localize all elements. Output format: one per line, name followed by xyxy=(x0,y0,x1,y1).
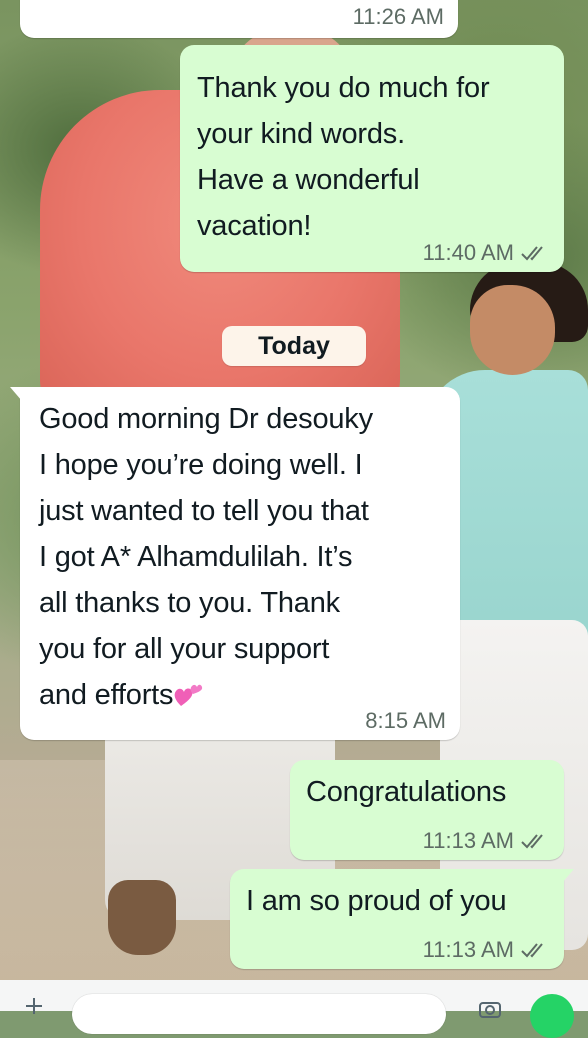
message-text: Congratulations xyxy=(306,776,507,808)
message-bubble-outgoing[interactable]: I am so proud of you 11:13 AM xyxy=(230,869,574,969)
message-meta: 11:26 AM xyxy=(353,4,444,30)
mic-button[interactable] xyxy=(530,994,574,1038)
plus-icon[interactable] xyxy=(24,996,44,1016)
message-meta: 11:13 AM xyxy=(423,828,550,854)
message-text: Good morning Dr desouky I hope you’re do… xyxy=(39,403,373,711)
message-meta: 11:13 AM xyxy=(423,937,550,963)
message-input[interactable] xyxy=(72,994,446,1034)
double-check-icon xyxy=(521,834,543,849)
message-text: I am so proud of you xyxy=(246,885,507,917)
date-separator: Today xyxy=(222,326,366,366)
message-bubble-incoming[interactable]: Good morning Dr desouky I hope you’re do… xyxy=(10,387,460,740)
message-text: Thank you do much for your kind words. H… xyxy=(197,72,490,242)
message-time: 8:15 AM xyxy=(365,708,446,733)
bubble-tail xyxy=(562,869,574,883)
message-input-bar xyxy=(0,980,588,1038)
message-time: 11:26 AM xyxy=(352,4,444,29)
double-check-icon xyxy=(521,246,543,261)
message-bubble-incoming[interactable]: 11:26 AM xyxy=(20,0,458,38)
message-meta: 11:40 AM xyxy=(423,240,550,266)
message-time: 11:40 AM xyxy=(422,240,514,265)
camera-icon[interactable] xyxy=(478,998,502,1018)
chat-messages[interactable]: 11:26 AM Thank you do much for your kind… xyxy=(0,0,588,1011)
message-bubble-outgoing[interactable]: Congratulations 11:13 AM xyxy=(290,760,564,860)
message-time: 11:13 AM xyxy=(422,828,514,853)
double-check-icon xyxy=(521,943,543,958)
message-time: 11:13 AM xyxy=(422,937,514,962)
bubble-tail xyxy=(10,387,22,401)
message-meta: 8:15 AM xyxy=(365,708,446,734)
message-bubble-outgoing[interactable]: Thank you do much for your kind words. H… xyxy=(180,45,564,272)
two-hearts-icon xyxy=(174,684,203,706)
